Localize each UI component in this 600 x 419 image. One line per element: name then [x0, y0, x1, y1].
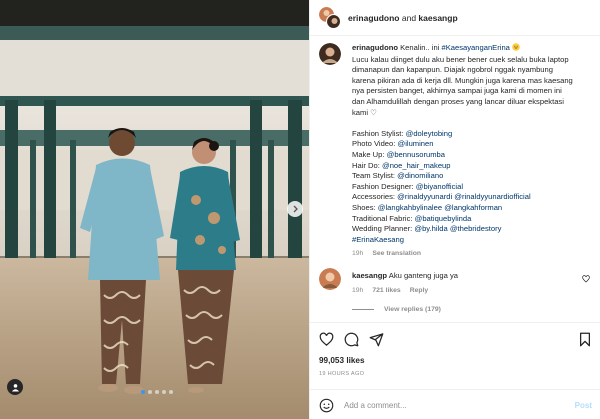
credit-line: Hair Do: @noe_hair_makeup	[352, 160, 451, 170]
comment-likes[interactable]: 721 likes	[372, 287, 400, 294]
author-username[interactable]: kaesangp	[418, 13, 457, 23]
caption-body-line: karena pikiran ada di kerja dll. Mungkin…	[352, 75, 573, 85]
carousel-dot	[169, 390, 173, 394]
post-comment-button[interactable]: Post	[575, 401, 592, 410]
post-authors: erinagudono and kaesangp	[348, 13, 458, 23]
add-comment-bar: Add a comment... Post	[310, 389, 600, 419]
author-joiner: and	[401, 12, 417, 23]
post-photo[interactable]	[0, 0, 309, 419]
comment-icon	[344, 332, 359, 347]
carousel-dots	[141, 390, 173, 394]
credit-line: Traditional Fabric: @batiquebylinda	[352, 213, 472, 223]
comment-like-button[interactable]	[582, 275, 590, 283]
post-side-panel: erinagudono and kaesangp erinagudono Ken…	[309, 0, 600, 419]
post-timestamp[interactable]: 19 HOURS AGO	[319, 371, 364, 377]
carousel-dot	[155, 390, 159, 394]
comment-meta: 19h 721 likes Reply	[352, 287, 592, 294]
paper-plane-icon	[369, 333, 384, 347]
credit-line: Wedding Planner: @by.hilda @thebridestor…	[352, 224, 502, 234]
collab-avatars[interactable]	[319, 6, 341, 29]
see-translation-link[interactable]: See translation	[372, 250, 421, 257]
chevron-right-icon	[293, 205, 298, 213]
bookmark-icon	[580, 332, 590, 347]
caption-body-line: dan Alhamdulillah dengan proses yang lan…	[352, 96, 564, 106]
mention-link[interactable]: @bennusorumba	[387, 150, 445, 159]
heart-icon	[582, 275, 590, 283]
mention-link[interactable]: @by.hilda	[414, 224, 447, 233]
likes-count[interactable]: 99,053 likes	[319, 356, 365, 365]
carousel-dot-active	[141, 390, 145, 394]
carousel-dot	[148, 390, 152, 394]
credit-line: Make Up: @bennusorumba	[352, 149, 445, 159]
share-button[interactable]	[369, 332, 384, 347]
save-button[interactable]	[578, 332, 592, 347]
mention-link[interactable]: @noe_hair_makeup	[382, 161, 451, 170]
comment-username[interactable]: kaesangp	[352, 271, 387, 280]
mention-link[interactable]: @doleytobing	[406, 129, 453, 138]
comment-button[interactable]	[344, 332, 359, 347]
mention-link[interactable]: @dinomiliano	[397, 171, 443, 180]
credit-line: Shoes: @langkahbylinalee @langkahforman	[352, 202, 503, 212]
carousel-dot	[162, 390, 166, 394]
mention-link[interactable]: @batiquebylinda	[415, 214, 472, 223]
comment-item: kaesangp Aku ganteng juga ya 19h 721 lik…	[319, 268, 592, 294]
avatar[interactable]	[319, 43, 341, 65]
credit-line: Team Stylist: @dinomiliano	[352, 171, 444, 181]
post-actions: 99,053 likes 19 HOURS AGO Add a comment.…	[310, 322, 600, 419]
mention-link[interactable]: @langkahforman	[444, 203, 502, 212]
reply-button[interactable]: Reply	[410, 287, 429, 294]
user-tag-icon	[11, 383, 19, 392]
caption-body-line: kami ♡	[352, 107, 377, 117]
caption-intro: Kenalin.. ini	[400, 43, 440, 52]
mention-link[interactable]: @rinaldyyunardiofficial	[454, 192, 530, 201]
credit-line: Fashion Designer: @biyanofficial	[352, 181, 464, 191]
mention-link[interactable]: @langkahbylinalee	[378, 203, 442, 212]
post-caption: erinagudono Kenalin.. ini #KaesayanganEr…	[319, 43, 592, 257]
post-header: erinagudono and kaesangp	[310, 0, 600, 36]
smiley-icon	[319, 398, 334, 412]
comment-text: Aku ganteng juga ya	[388, 271, 458, 281]
caption-meta: 19h See translation	[352, 250, 592, 257]
mention-link[interactable]: @thebridestory	[450, 224, 502, 233]
credit-line: Accessories: @rinaldyyunardi @rinaldyyun…	[352, 192, 531, 202]
credit-line: Fashion Stylist: @doleytobing	[352, 128, 453, 138]
caption-body-line: dimanapun dan kapanpun. Diajak ngobrol n…	[352, 65, 553, 75]
caption-username[interactable]: erinagudono	[352, 43, 398, 52]
emoji-button[interactable]	[319, 398, 334, 413]
author-username[interactable]: erinagudono	[348, 13, 399, 23]
view-replies-button[interactable]: View replies (179)	[319, 306, 592, 313]
heart-icon	[319, 332, 334, 346]
avatar[interactable]	[319, 268, 341, 291]
grinning-face-emoji-icon	[512, 43, 520, 55]
mention-link[interactable]: @biyanofficial	[416, 182, 463, 191]
couple-photo	[0, 0, 309, 419]
comment-input[interactable]: Add a comment...	[344, 401, 575, 410]
hashtag-link[interactable]: #KaesayanganErina	[442, 43, 510, 52]
hashtag-link[interactable]: #ErinaKaesang	[352, 235, 404, 244]
caption-age: 19h	[352, 250, 364, 258]
tagged-people-button[interactable]	[7, 379, 23, 395]
avatar[interactable]	[326, 13, 341, 29]
comments-section[interactable]: erinagudono Kenalin.. ini #KaesayanganEr…	[310, 37, 600, 321]
caption-body-line: Lucu kalau diinget dulu aku bener bener …	[352, 54, 569, 64]
mention-link[interactable]: @iluminen	[397, 139, 433, 148]
comment-age: 19h	[352, 286, 364, 294]
view-replies-label: View replies (179)	[384, 305, 441, 313]
like-button[interactable]	[319, 332, 334, 347]
mention-link[interactable]: @rinaldyyunardi	[397, 192, 452, 201]
credit-line: Photo Video: @iluminen	[352, 139, 434, 149]
caption-body-line: nya persisten banget, akhirnya sampai ju…	[352, 86, 562, 96]
next-photo-button[interactable]	[287, 201, 303, 217]
